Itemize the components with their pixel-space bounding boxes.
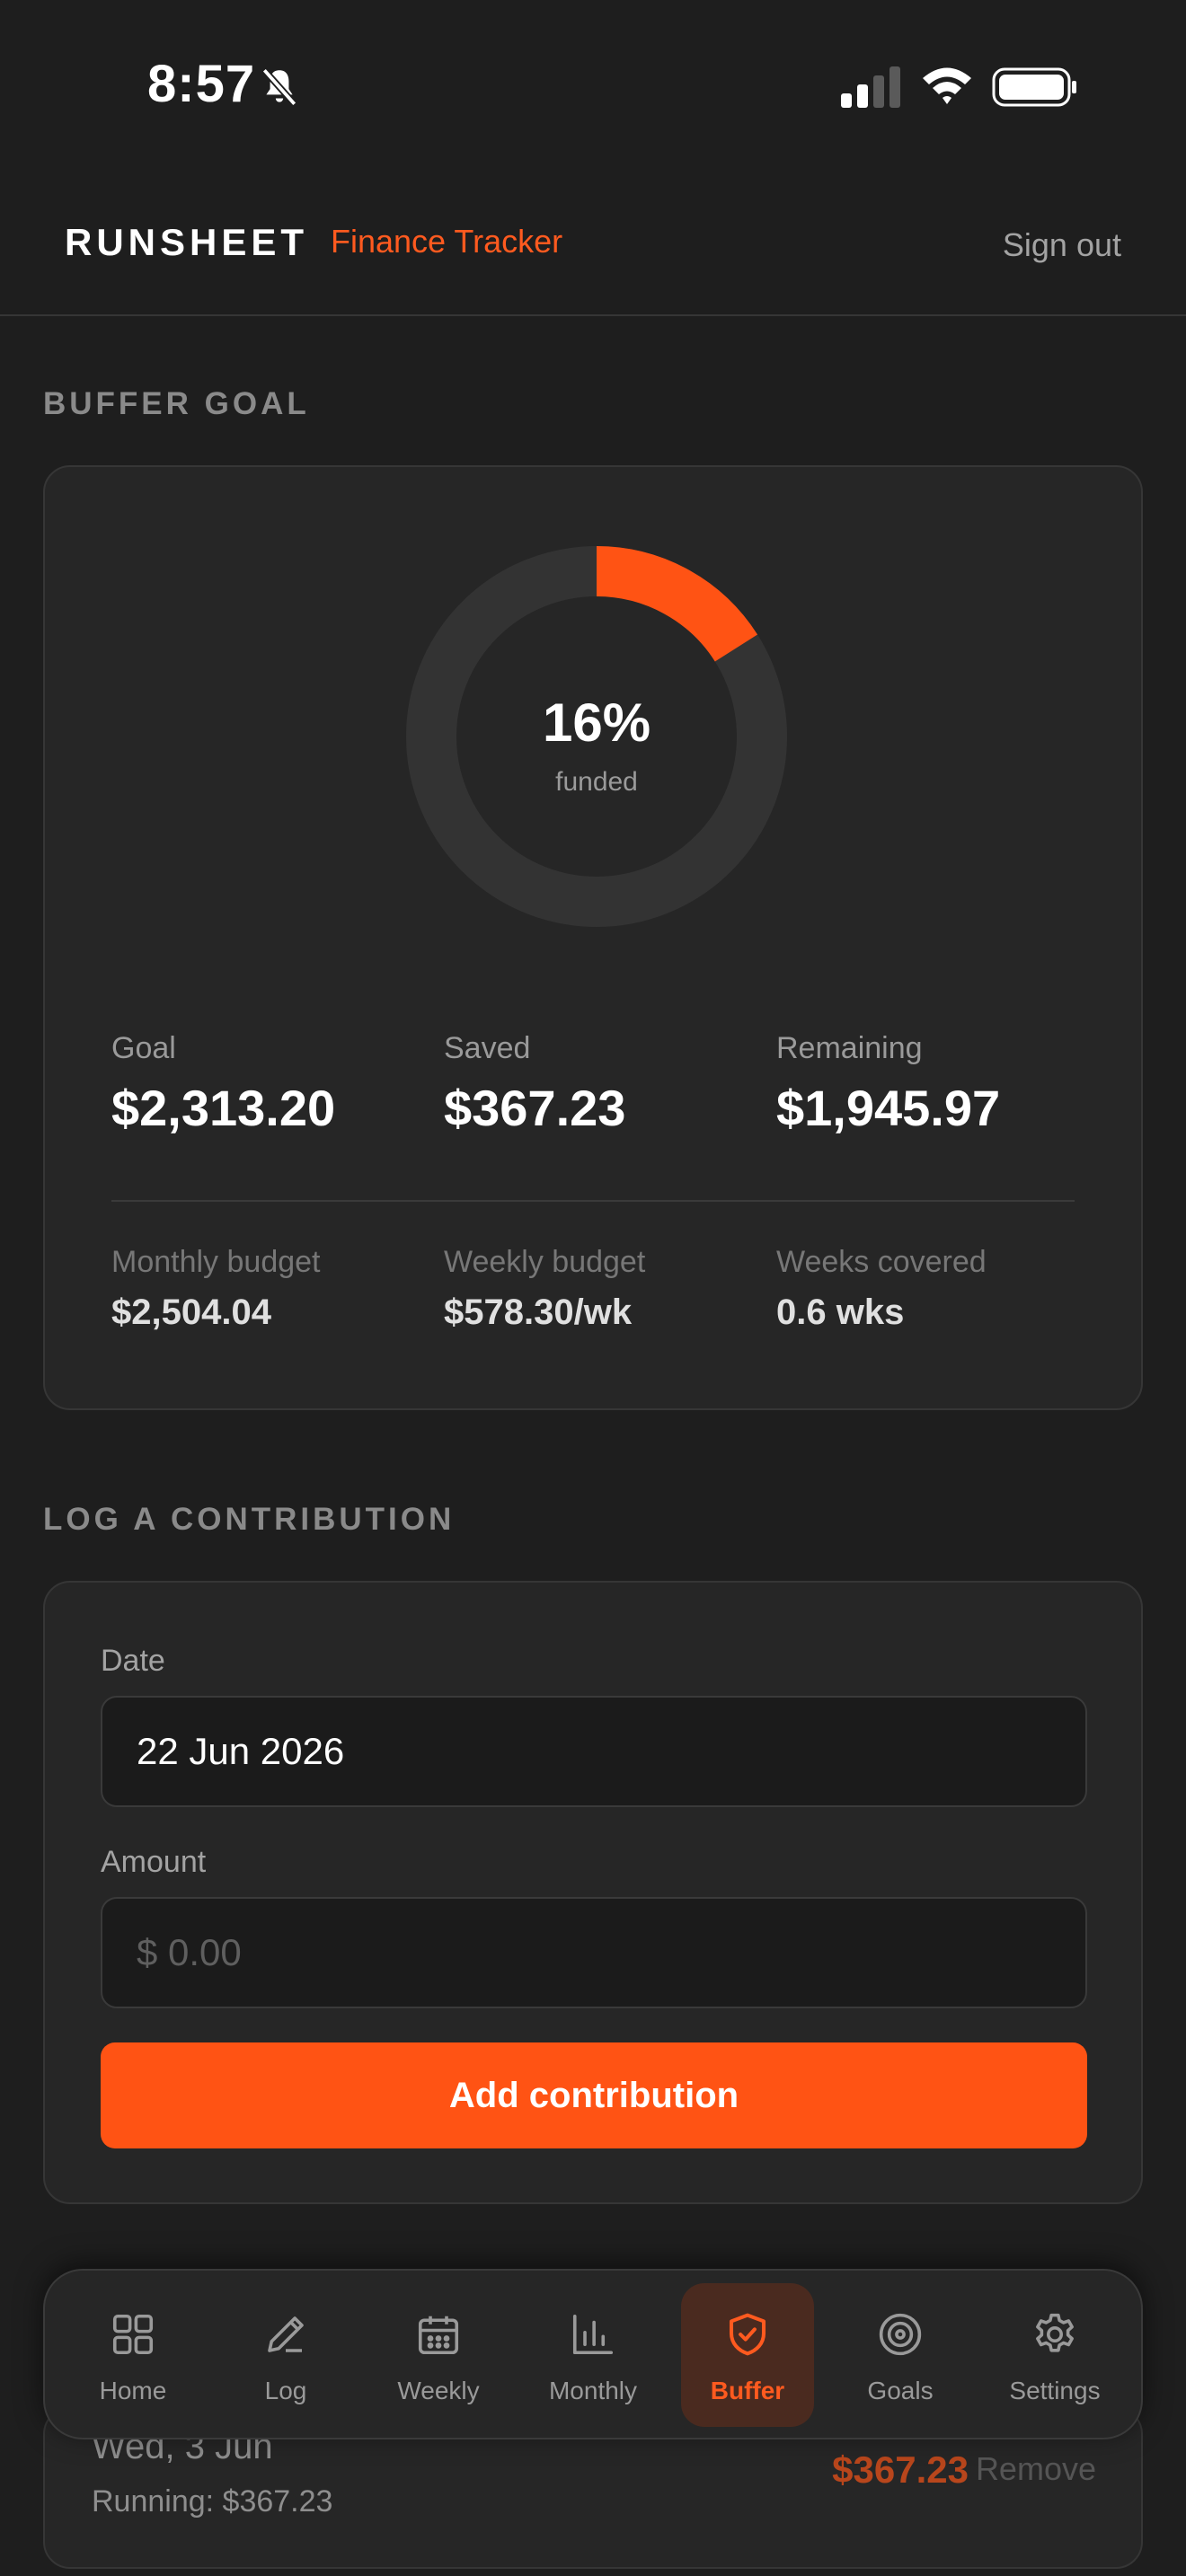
- date-field[interactable]: [101, 1696, 1087, 1807]
- stat-monthly-budget: Monthly budget $2,504.04: [111, 1245, 435, 1333]
- log-contribution-title: LOG A CONTRIBUTION: [43, 1502, 456, 1537]
- buffer-goal-card: 16% funded Goal $2,313.20 Saved $367.23 …: [43, 465, 1143, 1410]
- stat-value: $1,945.97: [776, 1080, 1001, 1136]
- status-bar: 8:57: [0, 0, 1186, 171]
- nav-item-home[interactable]: Home: [66, 2283, 199, 2427]
- stat-value: $578.30/wk: [444, 1292, 633, 1332]
- add-contribution-button[interactable]: Add contribution: [101, 2042, 1087, 2148]
- target-icon: [879, 2313, 922, 2356]
- stat-value: $2,313.20: [111, 1080, 336, 1136]
- funded-label: funded: [555, 767, 638, 797]
- app-subtitle: Finance Tracker: [331, 223, 563, 260]
- status-time: 8:57: [147, 55, 256, 113]
- battery-icon: [992, 67, 1076, 107]
- stat-weekly-budget: Weekly budget $578.30/wk: [444, 1245, 767, 1333]
- nav-label: Buffer: [710, 2377, 785, 2404]
- page: 8:57 RUNSHEET Finance Tracker Sign out B…: [0, 0, 1186, 2576]
- amount-field[interactable]: [101, 1897, 1087, 2008]
- nav-item-monthly[interactable]: Monthly: [527, 2283, 659, 2427]
- nav-label: Log: [264, 2377, 307, 2404]
- contribution-card: Date Amount Add contribution: [43, 1581, 1143, 2204]
- nav-label: Settings: [1009, 2377, 1101, 2404]
- history-amount: $367.23: [832, 2448, 969, 2491]
- stat-label: Weeks covered: [776, 1245, 987, 1279]
- stat-goal: Goal $2,313.20: [111, 1031, 435, 1137]
- nav-item-weekly[interactable]: Weekly: [372, 2283, 505, 2427]
- history-running-total: Running: $367.23: [92, 2484, 333, 2519]
- stat-label: Saved: [444, 1031, 531, 1065]
- funded-percent: 16%: [542, 693, 651, 753]
- nav-item-settings[interactable]: Settings: [988, 2283, 1121, 2427]
- signal-icon: [841, 66, 900, 108]
- nav-item-goals[interactable]: Goals: [834, 2283, 967, 2427]
- amount-label: Amount: [101, 1845, 207, 1879]
- nav-label: Goals: [867, 2377, 934, 2404]
- stat-label: Weekly budget: [444, 1245, 646, 1279]
- remove-button[interactable]: Remove: [976, 2450, 1096, 2488]
- stat-label: Goal: [111, 1031, 176, 1065]
- stat-weeks-covered: Weeks covered 0.6 wks: [776, 1245, 1100, 1333]
- stat-saved: Saved $367.23: [444, 1031, 767, 1137]
- stat-label: Remaining: [776, 1031, 923, 1065]
- nav-label: Home: [99, 2377, 167, 2404]
- date-label: Date: [101, 1644, 165, 1678]
- stat-value: $367.23: [444, 1080, 626, 1136]
- wifi-icon: [923, 67, 971, 104]
- stat-remaining: Remaining $1,945.97: [776, 1031, 1100, 1137]
- grid-icon: [112, 2314, 154, 2355]
- nav-item-buffer[interactable]: Buffer: [681, 2283, 814, 2427]
- nav-label: Monthly: [548, 2377, 638, 2404]
- pencil-icon: [268, 2316, 304, 2352]
- nav-label: Weekly: [397, 2377, 480, 2404]
- shield-check-icon: [729, 2313, 766, 2356]
- bell-slash-icon: [261, 67, 297, 107]
- brand-logo[interactable]: RUNSHEET: [65, 221, 308, 264]
- app-header: RUNSHEET Finance Tracker Sign out: [0, 171, 1186, 316]
- stat-value: 0.6 wks: [776, 1292, 905, 1332]
- stat-value: $2,504.04: [111, 1292, 271, 1332]
- gear-icon: [1036, 2313, 1074, 2352]
- nav-item-log[interactable]: Log: [219, 2283, 352, 2427]
- bottom-nav: Home Log Weekly Monthly Buffer Goals Set…: [43, 2269, 1143, 2439]
- bar-chart-icon: [572, 2314, 614, 2355]
- buffer-goal-title: BUFFER GOAL: [43, 386, 310, 421]
- stat-label: Monthly budget: [111, 1245, 321, 1279]
- sign-out-button[interactable]: Sign out: [1003, 226, 1121, 264]
- calendar-icon: [418, 2316, 459, 2355]
- stats-divider: [111, 1200, 1075, 1202]
